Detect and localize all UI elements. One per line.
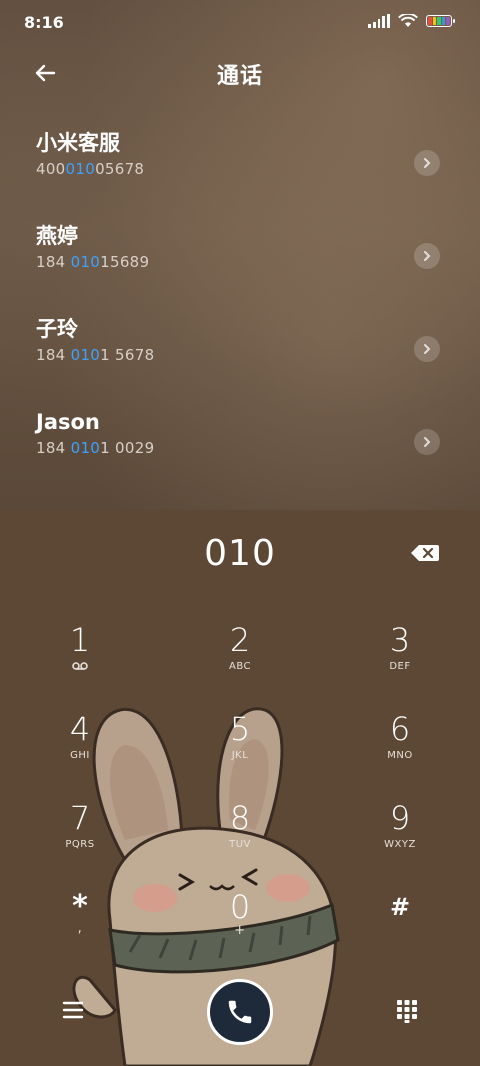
key-6[interactable]: 6 MNO bbox=[340, 709, 460, 789]
contact-item[interactable]: Jason 184 0101 0029 bbox=[0, 407, 480, 500]
key-8[interactable]: 8 TUV bbox=[180, 798, 300, 878]
contact-name: 子玲 bbox=[36, 317, 78, 341]
key-1[interactable]: 1 bbox=[20, 620, 140, 700]
key-9[interactable]: 9 WXYZ bbox=[340, 798, 460, 878]
status-bar: 8:16 bbox=[0, 0, 480, 46]
contact-detail-button[interactable] bbox=[414, 336, 440, 362]
contact-name: 小米客服 bbox=[36, 131, 120, 155]
contact-list: 小米客服 40001005678 燕婷 184 01015689 子玲 184 … bbox=[0, 128, 480, 500]
key-7[interactable]: 7 PQRS bbox=[20, 798, 140, 878]
contact-item[interactable]: 燕婷 184 01015689 bbox=[0, 221, 480, 314]
key-5[interactable]: 5 JKL bbox=[180, 709, 300, 789]
dialpad-icon[interactable] bbox=[396, 999, 418, 1023]
contact-detail-button[interactable] bbox=[414, 150, 440, 176]
key-3[interactable]: 3 DEF bbox=[340, 620, 460, 700]
chevron-right-icon bbox=[424, 251, 431, 261]
chevron-right-icon bbox=[424, 437, 431, 447]
page-title: 通话 bbox=[216, 64, 263, 89]
menu-icon[interactable] bbox=[62, 1000, 84, 1020]
status-time: 8:16 bbox=[24, 13, 64, 32]
chevron-right-icon bbox=[424, 344, 431, 354]
contact-name: 燕婷 bbox=[36, 224, 78, 248]
header: 通话 bbox=[0, 50, 480, 96]
key-hash[interactable]: # bbox=[340, 887, 460, 967]
backspace-icon[interactable] bbox=[410, 544, 440, 562]
dial-display: 010 bbox=[0, 530, 480, 580]
dialed-number: 010 bbox=[204, 533, 276, 574]
contact-name: Jason bbox=[36, 410, 100, 434]
status-icons bbox=[368, 14, 455, 28]
contact-item[interactable]: 子玲 184 0101 5678 bbox=[0, 314, 480, 407]
voicemail-icon bbox=[72, 662, 88, 670]
phone-icon bbox=[228, 1000, 252, 1024]
signal-icon bbox=[368, 14, 390, 28]
contact-detail-button[interactable] bbox=[414, 243, 440, 269]
call-button[interactable] bbox=[207, 979, 273, 1045]
key-star[interactable]: * , bbox=[20, 887, 140, 967]
wifi-icon bbox=[398, 14, 418, 27]
key-2[interactable]: 2 ABC bbox=[180, 620, 300, 700]
contact-detail-button[interactable] bbox=[414, 429, 440, 455]
chevron-right-icon bbox=[424, 158, 431, 168]
key-0[interactable]: 0 + bbox=[180, 887, 300, 967]
key-4[interactable]: 4 GHI bbox=[20, 709, 140, 789]
battery-icon bbox=[426, 15, 455, 27]
contact-item[interactable]: 小米客服 40001005678 bbox=[0, 128, 480, 221]
